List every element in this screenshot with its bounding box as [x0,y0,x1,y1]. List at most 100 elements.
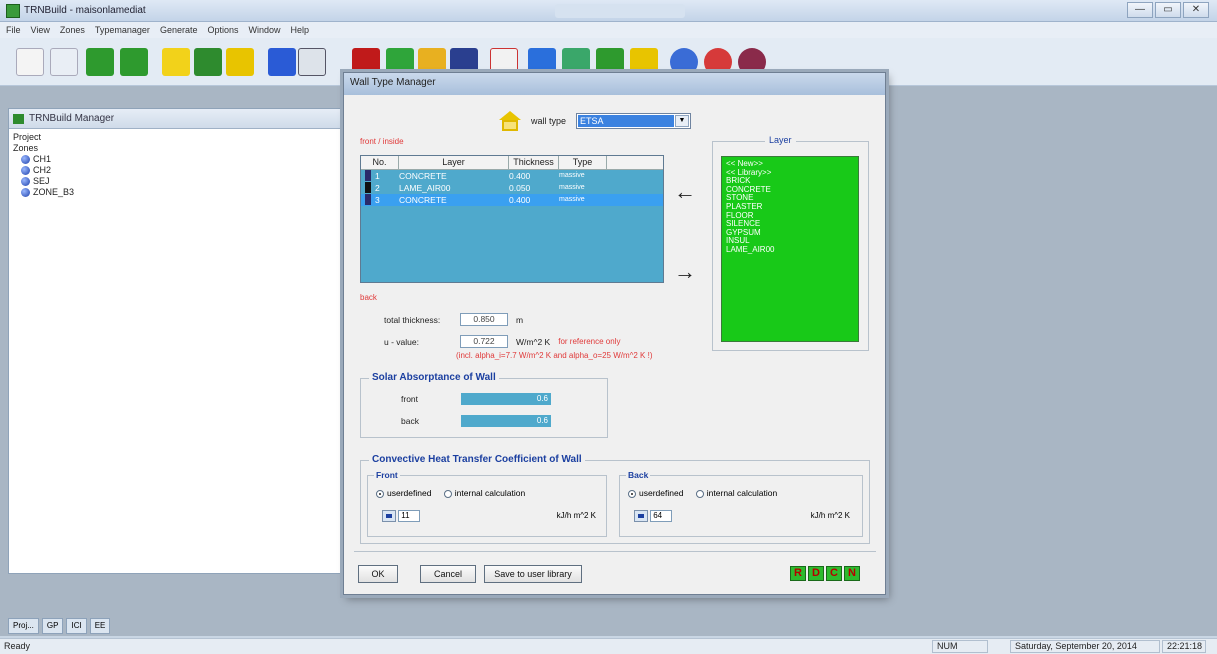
front-internal-label: internal calculation [454,488,526,498]
status-bar: Ready NUM Saturday, September 20, 2014 2… [0,638,1217,654]
c-button[interactable]: C [826,566,842,581]
header-type: Type [559,156,607,169]
minimize-button[interactable]: — [1127,2,1153,18]
open-file-icon[interactable] [50,48,78,76]
front-coefficient-button[interactable] [382,510,396,522]
minimized-window-proj[interactable]: Proj... [8,618,39,634]
back-coefficient-button[interactable] [634,510,648,522]
solar-absorptance-title: Solar Absorptance of Wall [369,372,499,383]
save-to-library-button[interactable]: Save to user library [484,565,582,583]
menu-options[interactable]: Options [207,25,238,35]
app-icon [6,4,20,18]
layer-library-list[interactable]: << New>> << Library>> BRICK CONCRETE STO… [721,156,859,342]
table-header: No. Layer Thickness Type [361,156,663,170]
minimized-windows: Proj... GP ICI EE [8,618,111,634]
u-value-unit: W/m^2 K [516,336,551,347]
menu-help[interactable]: Help [291,25,310,35]
u-value-field: 0.722 [460,335,508,348]
status-num: NUM [932,640,988,653]
front-userdefined-label: userdefined [387,488,432,498]
menu-view[interactable]: View [31,25,50,35]
minimized-window-gp[interactable]: GP [41,618,64,634]
maximize-button[interactable]: ▭ [1155,2,1181,18]
solar-back-label: back [401,416,419,426]
solar-front-field[interactable]: 0.6 [461,393,551,405]
total-thickness-unit: m [516,314,524,325]
minimized-window-ici[interactable]: ICI [66,618,87,634]
tree-zone-b3[interactable]: ZONE_B3 [21,187,363,198]
zone-icon [21,166,30,175]
tree-zone-ch2[interactable]: CH2 [21,165,363,176]
cancel-button[interactable]: Cancel [420,565,476,583]
wall-type-select[interactable]: ETSA ▼ [576,113,692,129]
front-userdefined-radio[interactable] [376,489,384,498]
zone-icon [21,155,30,164]
list-item[interactable]: LAME_AIR00 [726,245,854,255]
front-internal-radio[interactable] [443,489,452,498]
n-button[interactable]: N [844,566,860,581]
back-internal-label: internal calculation [706,488,778,498]
wall-type-icon[interactable] [162,48,190,76]
layer-marker [365,194,371,205]
menu-window[interactable]: Window [249,25,281,35]
menu-generate[interactable]: Generate [160,25,198,35]
zone-icon [21,177,30,186]
minimized-window-ee[interactable]: EE [89,618,111,634]
menu-typemanager[interactable]: Typemanager [95,25,150,35]
front-coefficient-title: Front [374,470,400,480]
back-coefficient-input[interactable]: 64 [650,510,673,522]
u-value-label: u - value: [384,336,419,347]
u-value-note-detail: (incl. alpha_i=7.7 W/m^2 K and alpha_o=2… [456,351,653,360]
layer-group-title: Layer [765,135,796,145]
d-button[interactable]: D [808,566,824,581]
back-internal-radio[interactable] [695,489,704,498]
r-button[interactable]: R [790,566,806,581]
window-title: TRNBuild - maisonlamediat [24,5,146,16]
wall-type-value: ETSA [578,115,675,127]
convective-coefficient-title: Convective Heat Transfer Coefficient of … [369,454,585,465]
status-ready: Ready [4,641,31,651]
green-molecule-alt-icon[interactable] [120,48,148,76]
menu-bar: File View Zones Typemanager Generate Opt… [0,22,1217,38]
add-layer-arrow-icon[interactable]: ← [674,181,704,203]
back-label: back [360,293,377,302]
table-row[interactable]: 2 LAME_AIR00 0.050 massive [361,182,663,194]
tree-zone-ch1[interactable]: CH1 [21,154,363,165]
close-button[interactable]: ✕ [1183,2,1209,18]
table-row[interactable]: 3 CONCRETE 0.400 massive [361,194,663,206]
header-layer: Layer [399,156,509,169]
zone-icon [21,188,30,197]
tree-zones[interactable]: Zones [13,143,363,154]
back-userdefined-radio[interactable] [628,489,636,498]
tree-zone-sej[interactable]: SEJ [21,176,363,187]
menu-file[interactable]: File [6,25,21,35]
solar-absorptance-group: Solar Absorptance of Wall front 0.6 back… [360,372,608,438]
chevron-down-icon[interactable]: ▼ [675,115,690,127]
manager-title: TRNBuild Manager [29,113,115,124]
green-molecule-icon[interactable] [86,48,114,76]
layer-bars-icon[interactable] [194,48,222,76]
new-file-icon[interactable] [16,48,44,76]
menu-zones[interactable]: Zones [60,25,85,35]
u-value-row: u - value: 0.722 W/m^2 K for reference o… [384,335,620,348]
convective-coefficient-group: Convective Heat Transfer Coefficient of … [360,454,870,544]
dialog-title: Wall Type Manager [344,73,885,95]
back-coefficient-title: Back [626,470,651,480]
front-coefficient-input[interactable]: 11 [398,510,421,522]
network-icon[interactable] [298,48,326,76]
total-thickness-label: total thickness: [384,314,441,325]
title-bar: TRNBuild - maisonlamediat — ▭ ✕ [0,0,1217,22]
tree-project[interactable]: Project [13,132,363,143]
remove-layer-arrow-icon[interactable]: → [674,261,704,283]
table-row[interactable]: 1 CONCRETE 0.400 massive [361,170,663,182]
solar-back-field[interactable]: 0.6 [461,415,551,427]
layer-group: Layer << New>> << Library>> BRICK CONCRE… [712,135,869,351]
total-thickness-field: 0.850 [460,313,508,326]
solar-back-row: back 0.6 [401,415,551,427]
front-inside-label: front / inside [360,137,404,146]
title-bar-ghost [555,4,685,18]
blue-block-icon[interactable] [268,48,296,76]
ok-button[interactable]: OK [358,565,398,583]
manager-header: TRNBuild Manager [9,109,367,129]
house-window-icon[interactable] [226,48,254,76]
